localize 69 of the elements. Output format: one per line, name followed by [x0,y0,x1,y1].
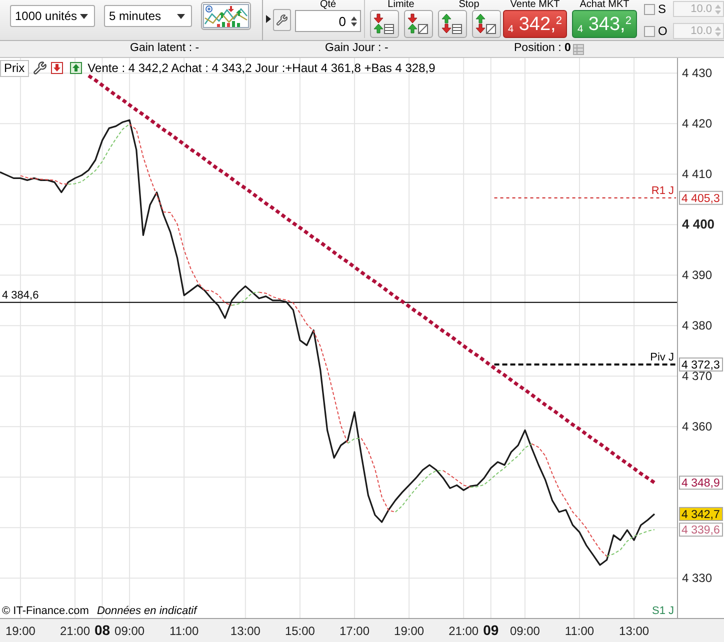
order-button[interactable] [404,10,432,38]
level-label: R1 J [651,184,674,197]
time-label: 17:00 [340,624,370,638]
time-label: 21:00 [60,624,90,638]
up-arrow-icon[interactable] [70,62,82,74]
time-label: 13:00 [230,624,260,638]
price-axis-label: 4 360 [682,420,712,434]
time-label: 09:00 [114,624,145,638]
price-tag: 4 348,9 [679,476,723,490]
option-label: O [658,25,668,37]
time-label: 21:00 [448,624,479,638]
time-label: 11:00 [170,624,199,638]
price-axis-label: 4 380 [682,318,712,333]
date-label: 08 [94,622,110,638]
price-axis-label: 4 390 [682,268,712,282]
price-axis-label: 4 410 [682,167,712,182]
time-label: 11:00 [564,624,594,638]
order-group-label: Limite [388,0,414,10]
wrench-icon[interactable] [32,61,47,75]
line-chart-icon [203,4,249,28]
option-label: S [658,3,668,15]
caret-icon [80,14,88,18]
time-label: 19:00 [5,624,36,638]
reference-label: 4 384,6 [2,289,39,302]
down-arrow-icon[interactable] [50,62,63,74]
price-axis-label: 4 420 [682,116,712,131]
level-label: S1 J [652,605,674,617]
quote-summary: Vente : 4 342,2 Achat : 4 343,2 Jour :+Haut 4 361,8 +Bas 4 328,9 [88,62,436,74]
time-label: 15:00 [284,624,315,638]
position-text: Position : 0 [514,43,571,55]
unrealized-gain-text: Gain latent : - [130,43,200,55]
order-arrows-icon [441,13,463,35]
order-button[interactable] [472,10,500,38]
sell-button[interactable]: $_{4}$ 342,$^{2}$ [503,10,567,38]
chart-style-button[interactable] [201,2,251,30]
caret-icon [177,14,185,18]
price-axis-label: 4 370 [682,369,712,384]
series-label[interactable]: Prix [0,60,29,76]
interval-dropdown[interactable]: 5 minutes [104,5,192,27]
triangle-icon[interactable] [266,15,271,23]
date-label: 09 [483,622,499,638]
quantity-label: Qté [320,0,336,10]
time-label: 09:00 [510,624,540,638]
order-group-label: Stop [458,0,480,10]
daily-gain-text: Gain Jour : - [325,43,390,55]
order-button[interactable] [438,10,466,38]
time-label: 13:00 [619,624,650,638]
wrench-icon [276,14,288,26]
market-label: Vente MKT [510,0,560,10]
spinner-icon[interactable] [351,16,357,26]
disclaimer-text: Données en indicatif [96,606,197,617]
order-arrows-icon [407,13,429,35]
price-axis-label: 4 430 [682,66,712,80]
order-arrows-icon [373,13,395,35]
market-label: Achat MKT [580,0,630,10]
price-tag: 4 339,6 [679,522,723,537]
order-arrows-icon [475,13,497,35]
price-tag: 4 372,3 [679,358,723,372]
price-axis-label: 4 330 [682,571,712,586]
price-tag: 4 342,7 [679,506,723,521]
quantity-field[interactable]: 0 [295,10,361,32]
price-tag: 4 405,3 [679,190,723,205]
copyright-text: © IT-Finance.com [2,606,89,617]
time-label: 19:00 [394,624,424,638]
order-button[interactable] [370,10,398,38]
level-label: Piv J [650,352,674,364]
settings-button[interactable] [273,9,291,31]
units-dropdown[interactable]: 1000 unités [10,5,95,27]
price-axis-label: 4 400 [682,216,715,232]
